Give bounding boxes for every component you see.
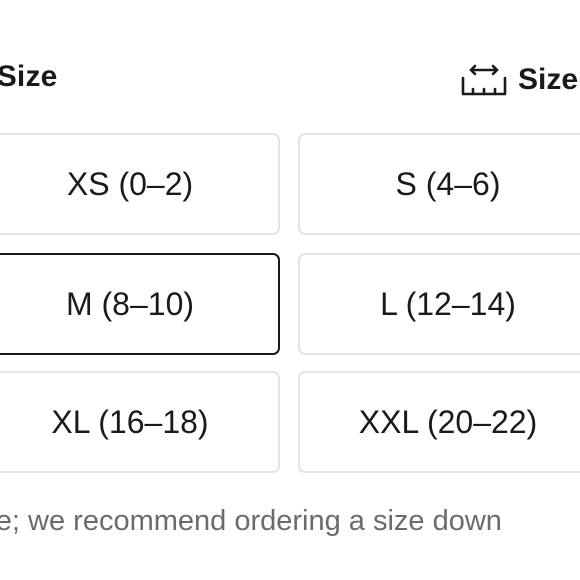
size-option-label: XS (0–2) [66, 165, 194, 202]
size-option-label: M (8–10) [65, 285, 195, 322]
size-option-xl[interactable]: XL (16–18) [0, 371, 280, 473]
size-option-label: XXL (20–22) [358, 403, 538, 440]
size-option-xs[interactable]: XS (0–2) [0, 133, 280, 235]
size-option-m[interactable]: M (8–10) [0, 253, 280, 355]
size-option-l[interactable]: L (12–14) [298, 253, 580, 355]
size-guide-label: Size [518, 63, 579, 96]
size-option-label: S (4–6) [395, 165, 501, 202]
ruler-measure-icon [460, 62, 508, 98]
size-option-label: XL (16–18) [51, 403, 209, 440]
size-guide-link[interactable]: Size [460, 62, 578, 98]
size-option-label: L (12–14) [380, 285, 516, 322]
fit-advice-note: rge; we recommend ordering a size down [0, 505, 502, 537]
size-selector: t Size Size XS (0–2) S (4–6) [0, 0, 580, 580]
size-option-xxl[interactable]: XXL (20–22) [298, 371, 580, 473]
size-option-s[interactable]: S (4–6) [298, 133, 580, 235]
size-heading: t Size [0, 60, 58, 93]
